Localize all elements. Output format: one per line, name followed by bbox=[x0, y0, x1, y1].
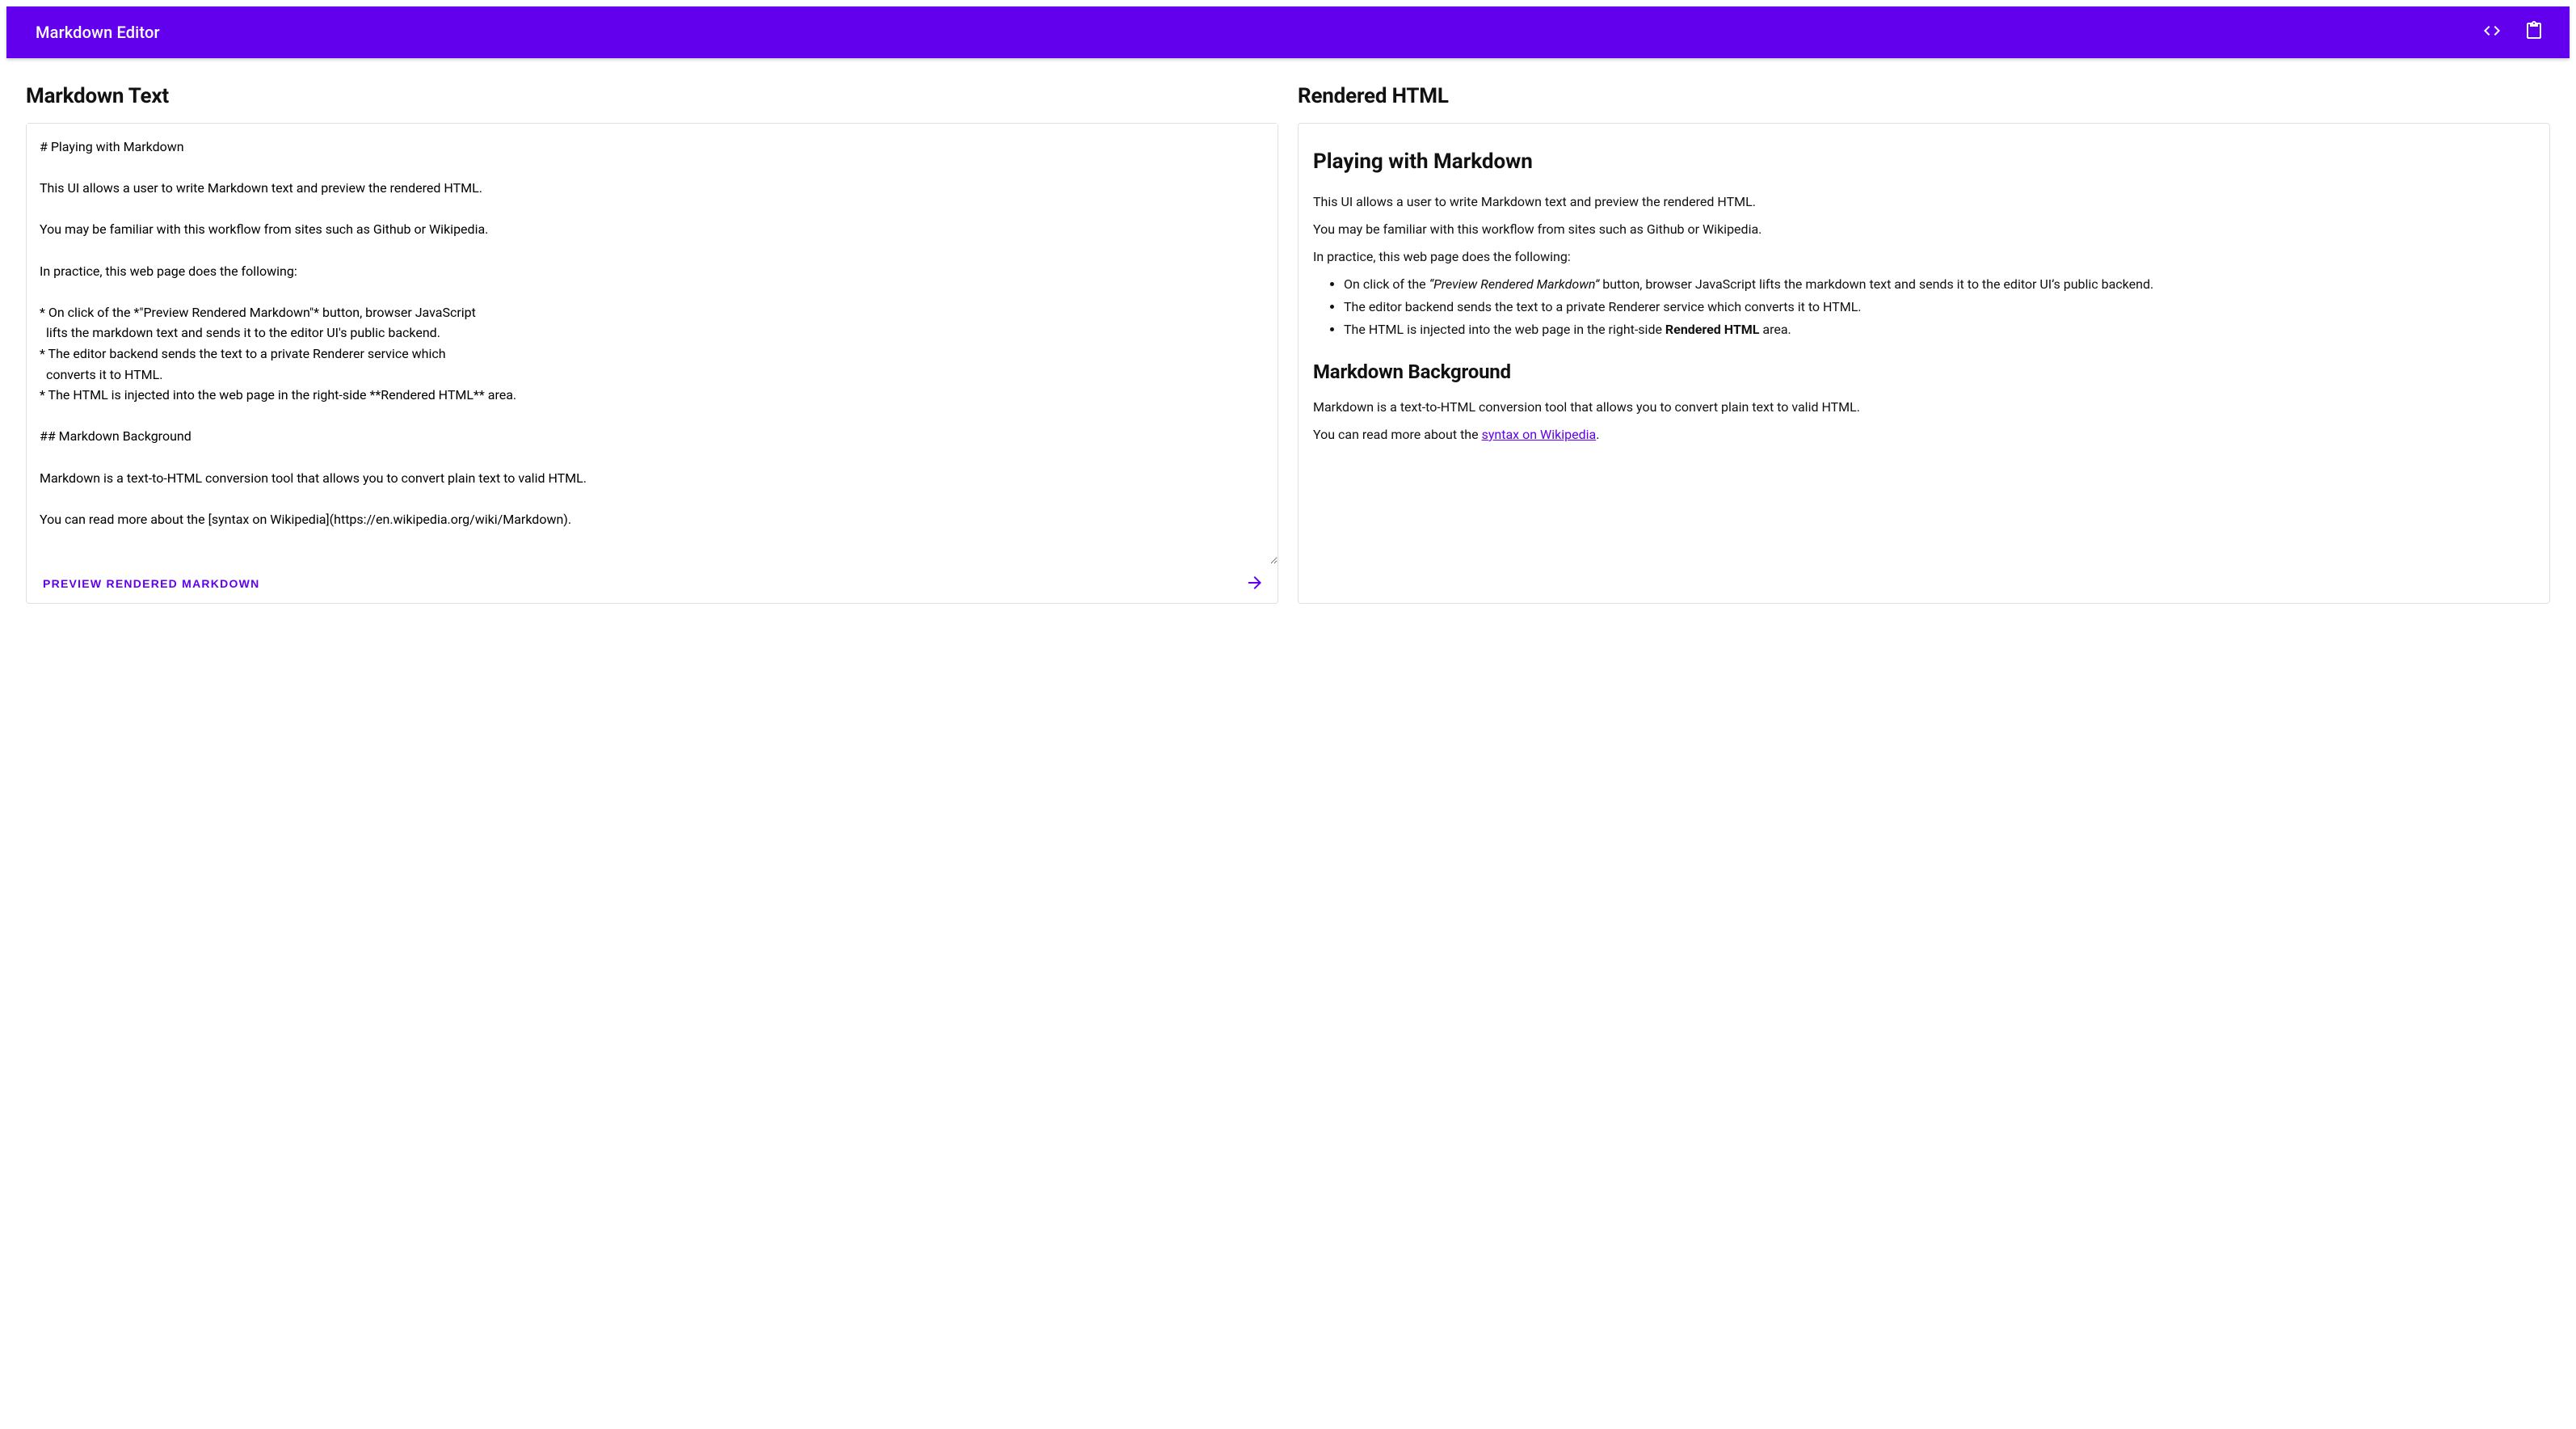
markdown-text-card: Preview Rendered Markdown bbox=[26, 123, 1278, 604]
rendered-p: In practice, this web page does the foll… bbox=[1313, 247, 2535, 267]
markdown-input[interactable] bbox=[27, 124, 1277, 564]
app-bar: Markdown Editor bbox=[6, 6, 2570, 58]
rendered-p: You may be familiar with this workflow f… bbox=[1313, 220, 2535, 239]
app-title: Markdown Editor bbox=[26, 23, 160, 42]
rendered-p: Markdown is a text-to-HTML conversion to… bbox=[1313, 398, 2535, 417]
preview-rendered-markdown-button[interactable]: Preview Rendered Markdown bbox=[40, 571, 263, 596]
code-icon bbox=[2482, 21, 2502, 44]
view-source-button[interactable] bbox=[2476, 16, 2508, 48]
rendered-p: You can read more about the syntax on Wi… bbox=[1313, 425, 2535, 445]
rendered-html-column: Rendered HTML Playing with Markdown This… bbox=[1298, 84, 2550, 604]
list-item: On click of the “Preview Rendered Markdo… bbox=[1344, 275, 2535, 294]
markdown-text-heading: Markdown Text bbox=[26, 84, 1278, 108]
markdown-text-column: Markdown Text Preview Rendered Markdown bbox=[26, 84, 1278, 604]
rendered-output: Playing with Markdown This UI allows a u… bbox=[1299, 124, 2549, 603]
clipboard-icon bbox=[2524, 21, 2544, 44]
wikipedia-link[interactable]: syntax on Wikipedia bbox=[1482, 427, 1597, 442]
rendered-p: This UI allows a user to write Markdown … bbox=[1313, 192, 2535, 212]
rendered-html-heading: Rendered HTML bbox=[1298, 84, 2550, 108]
preview-arrow-button[interactable] bbox=[1245, 573, 1265, 595]
card-actions: Preview Rendered Markdown bbox=[27, 564, 1277, 603]
arrow-right-icon bbox=[1245, 573, 1265, 595]
rendered-h1: Playing with Markdown bbox=[1313, 146, 2535, 178]
list-item: The editor backend sends the text to a p… bbox=[1344, 297, 2535, 317]
rendered-ul: On click of the “Preview Rendered Markdo… bbox=[1344, 275, 2535, 339]
rendered-h2: Markdown Background bbox=[1313, 357, 2535, 386]
rendered-html-card: Playing with Markdown This UI allows a u… bbox=[1298, 123, 2550, 604]
list-item: The HTML is injected into the web page i… bbox=[1344, 320, 2535, 339]
copy-button[interactable] bbox=[2518, 16, 2550, 48]
main-content: Markdown Text Preview Rendered Markdown … bbox=[0, 65, 2576, 623]
app-bar-actions bbox=[2476, 16, 2550, 48]
